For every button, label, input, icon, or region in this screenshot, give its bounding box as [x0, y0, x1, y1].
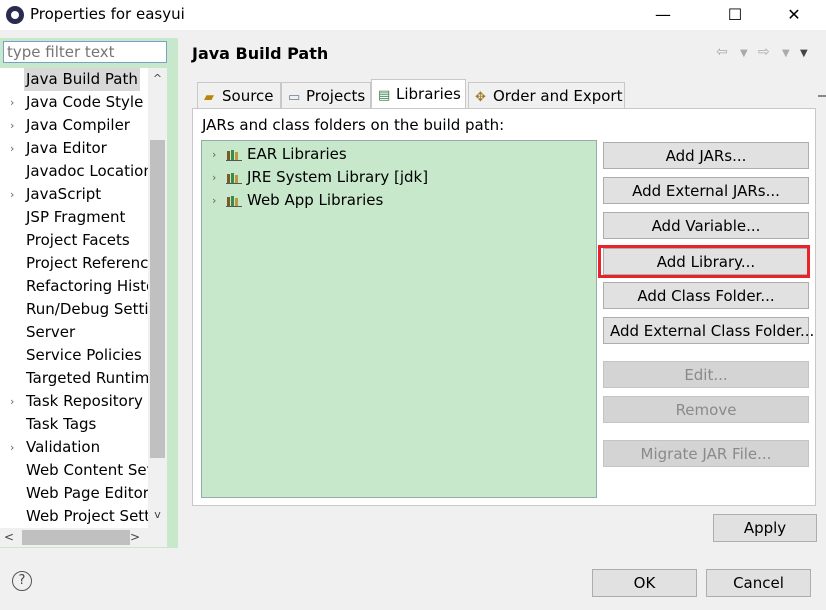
- sidebar-item[interactable]: Web Project Settings: [0, 505, 148, 528]
- library-label: Web App Libraries: [247, 191, 384, 209]
- window-title: Properties for easyui: [30, 5, 185, 23]
- sidebar-item-label: Validation: [26, 438, 101, 456]
- sidebar-item-label: Refactoring History: [26, 277, 148, 295]
- sidebar-item-label: Java Editor: [26, 139, 107, 157]
- library-icon: [226, 196, 242, 207]
- sidebar-item[interactable]: Task Tags: [0, 413, 148, 436]
- back-icon[interactable]: ⇦: [716, 44, 728, 60]
- scroll-left-icon[interactable]: <: [4, 528, 18, 547]
- library-label: EAR Libraries: [247, 145, 347, 163]
- sidebar-item[interactable]: › Java Compiler: [0, 114, 148, 137]
- sidebar-item[interactable]: › Task Repository: [0, 390, 148, 413]
- sidebar-item[interactable]: Java Build Path: [0, 68, 148, 91]
- page-title: Java Build Path: [192, 44, 329, 63]
- expand-arrow-icon[interactable]: ›: [10, 114, 20, 137]
- sidebar-item[interactable]: Server: [0, 321, 148, 344]
- tab-libraries[interactable]: ▤ Libraries: [371, 79, 466, 109]
- window-edge: [818, 95, 826, 97]
- sidebar-item[interactable]: Web Page Editor: [0, 482, 148, 505]
- sidebar-item-label: Task Tags: [26, 415, 97, 433]
- tab-source[interactable]: ▰ Source: [197, 82, 281, 108]
- sidebar-item[interactable]: Targeted Runtimes: [0, 367, 148, 390]
- sidebar-item-label: Run/Debug Settings: [26, 300, 148, 318]
- sidebar-item-label: Web Page Editor: [26, 484, 148, 502]
- add-external-class-folder-button[interactable]: Add External Class Folder...: [603, 317, 814, 344]
- library-tree[interactable]: › EAR Libraries › JRE System Library [jdk] ›…: [201, 140, 597, 498]
- add-class-folder-button[interactable]: Add Class Folder...: [603, 282, 809, 309]
- sidebar-item-label: Web Content Settings: [26, 461, 148, 479]
- add-variable-button[interactable]: Add Variable...: [603, 212, 809, 239]
- tab-strip: ▰ Source ▭ Projects ▤ Libraries ✥ Order and …: [192, 79, 814, 109]
- library-label: JRE System Library [jdk]: [247, 168, 429, 186]
- expand-arrow-icon[interactable]: ›: [212, 166, 216, 189]
- library-icon: [226, 173, 242, 184]
- scroll-right-icon[interactable]: >: [130, 528, 144, 547]
- sidebar-item-label: Java Code Style: [26, 93, 144, 111]
- expand-arrow-icon[interactable]: ›: [212, 143, 216, 166]
- sidebar-item-label: Javadoc Location: [26, 162, 148, 180]
- maximize-button[interactable]: ☐: [712, 0, 758, 30]
- add-jars-button[interactable]: Add JARs...: [603, 142, 809, 169]
- sidebar-item-label: JSP Fragment: [26, 208, 126, 226]
- edit-button[interactable]: Edit...: [603, 361, 809, 388]
- sidebar-item-label: Task Repository: [26, 392, 143, 410]
- expand-arrow-icon[interactable]: ›: [10, 390, 20, 413]
- library-icon: [226, 150, 242, 161]
- expand-arrow-icon[interactable]: ›: [212, 189, 216, 212]
- sidebar-item[interactable]: › Java Editor: [0, 137, 148, 160]
- sidebar-item[interactable]: › JavaScript: [0, 183, 148, 206]
- sidebar-item[interactable]: Javadoc Location: [0, 160, 148, 183]
- cancel-button[interactable]: Cancel: [706, 569, 811, 597]
- sidebar-item[interactable]: Web Content Settings: [0, 459, 148, 482]
- minimize-button[interactable]: —: [640, 0, 686, 30]
- sidebar-item[interactable]: JSP Fragment: [0, 206, 148, 229]
- sidebar-item-label: Java Compiler: [26, 116, 130, 134]
- sidebar-item[interactable]: Refactoring History: [0, 275, 148, 298]
- eclipse-icon: [6, 6, 24, 24]
- sidebar-item[interactable]: Run/Debug Settings: [0, 298, 148, 321]
- scroll-down-icon[interactable]: v: [148, 506, 167, 524]
- expand-arrow-icon[interactable]: ›: [10, 137, 20, 160]
- horizontal-scroll-thumb[interactable]: [22, 530, 130, 545]
- sidebar-item-label: Java Build Path: [24, 68, 140, 91]
- expand-arrow-icon[interactable]: ›: [10, 436, 20, 459]
- back-dropdown-icon[interactable]: ▼: [740, 48, 748, 59]
- sidebar-item-label: Server: [26, 323, 76, 341]
- sidebar-item-label: Service Policies: [26, 346, 142, 364]
- scroll-up-icon[interactable]: ^: [148, 70, 167, 88]
- filter-input[interactable]: [3, 41, 167, 63]
- sidebar-item[interactable]: › Java Code Style: [0, 91, 148, 114]
- tab-order-and-export[interactable]: ✥ Order and Export: [468, 82, 625, 108]
- help-icon[interactable]: ?: [12, 571, 32, 591]
- vertical-scroll-thumb[interactable]: [150, 140, 165, 458]
- forward-dropdown-icon[interactable]: ▼: [782, 48, 790, 59]
- expand-arrow-icon[interactable]: ›: [10, 183, 20, 206]
- apply-button[interactable]: Apply: [713, 514, 817, 542]
- property-tree: Java Build Path › Java Code Style › Java Com…: [0, 68, 148, 528]
- forward-icon[interactable]: ⇨: [758, 44, 770, 60]
- sidebar-item-label: JavaScript: [26, 185, 102, 203]
- sidebar-item-label: Targeted Runtimes: [26, 369, 148, 387]
- sidebar-item[interactable]: Service Policies: [0, 344, 148, 367]
- sidebar-item[interactable]: › Validation: [0, 436, 148, 459]
- tab-projects[interactable]: ▭ Projects: [281, 82, 371, 108]
- highlight-box: [598, 245, 810, 278]
- libraries-icon: ▤: [378, 88, 391, 103]
- sidebar-item-label: Project Facets: [26, 231, 130, 249]
- sidebar-item[interactable]: Project References: [0, 252, 148, 275]
- sidebar-item-label: Project References: [26, 254, 148, 272]
- remove-button[interactable]: Remove: [603, 396, 809, 423]
- migrate-jar-button[interactable]: Migrate JAR File...: [603, 440, 809, 467]
- add-external-jars-button[interactable]: Add External JARs...: [603, 177, 809, 204]
- ok-button[interactable]: OK: [592, 569, 697, 597]
- expand-arrow-icon[interactable]: ›: [10, 91, 20, 114]
- build-path-description: JARs and class folders on the build path…: [202, 116, 505, 134]
- view-menu-icon[interactable]: ▼: [800, 48, 808, 59]
- sidebar-item[interactable]: Project Facets: [0, 229, 148, 252]
- close-button[interactable]: ✕: [771, 0, 817, 30]
- sidebar-item-label: Web Project Settings: [26, 507, 148, 525]
